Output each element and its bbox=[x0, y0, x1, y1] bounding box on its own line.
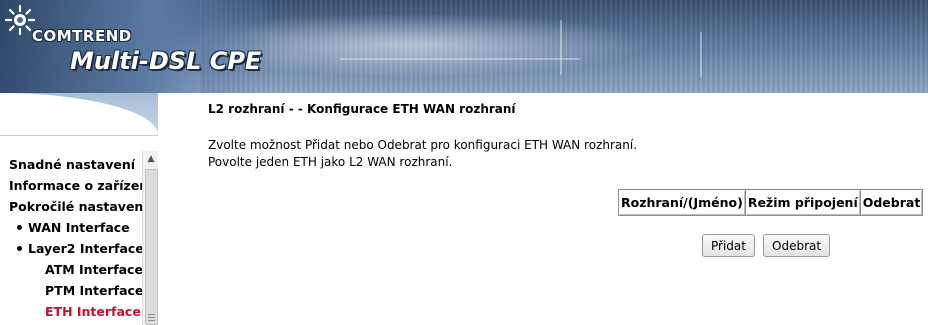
sidebar-item-ptm-interface[interactable]: PTM Interface bbox=[45, 280, 143, 301]
sidebar-item-label: ETH Interface bbox=[45, 304, 141, 319]
sidebar-item-label: Snadné nastavení bbox=[9, 157, 136, 172]
page-title: L2 rozhraní - - Konfigurace ETH WAN rozh… bbox=[208, 102, 516, 116]
column-header-remove: Odebrat bbox=[859, 189, 924, 216]
header-banner: COMTREND Multi-DSL CPE bbox=[0, 0, 928, 93]
sidebar-item-advanced-setup[interactable]: Pokročilé nastavení bbox=[9, 196, 148, 217]
sidebar-item-label: Layer2 Interface bbox=[28, 241, 144, 256]
remove-button[interactable]: Odebrat bbox=[763, 234, 831, 257]
sidebar-item-label: Informace o zařízení bbox=[9, 178, 142, 193]
sidebar-item-label: WAN Interface bbox=[28, 220, 130, 235]
sidebar-item-eth-interface[interactable]: ETH Interface bbox=[45, 301, 141, 322]
grip-line bbox=[148, 320, 155, 321]
description-line-1: Zvolte možnost Přidat nebo Odebrat pro k… bbox=[208, 138, 638, 152]
banner-decor-line bbox=[340, 58, 580, 60]
product-name: Multi-DSL CPE bbox=[70, 47, 262, 75]
sidebar-item-label: PTM Interface bbox=[45, 283, 144, 298]
sidebar-item-wan-interface[interactable]: WAN Interface bbox=[17, 217, 130, 238]
description-line-2: Povolte jeden ETH jako L2 WAN rozhraní. bbox=[208, 155, 453, 169]
column-header-interface: Rozhraní/(Jméno) bbox=[618, 189, 746, 216]
sidebar-item-quick-setup[interactable]: Snadné nastavení bbox=[9, 154, 135, 175]
bullet-icon bbox=[17, 225, 22, 230]
sidebar: Snadné nastavení Informace o zařízení Po… bbox=[0, 135, 159, 325]
brand-name: COMTREND bbox=[32, 27, 132, 45]
sidebar-item-label: Pokročilé nastavení bbox=[9, 199, 148, 214]
eth-wan-table: Rozhraní/(Jméno) Režim připojení Odebrat bbox=[618, 189, 924, 216]
sidebar-item-atm-interface[interactable]: ATM Interface bbox=[45, 259, 143, 280]
sidebar-item-layer2-interface[interactable]: Layer2 Interface bbox=[17, 238, 144, 259]
sidebar-item-device-info[interactable]: Informace o zařízení bbox=[9, 175, 142, 196]
grip-line bbox=[148, 317, 155, 318]
sidebar-scrollbar[interactable]: ▲ bbox=[142, 151, 159, 325]
banner-decor-line bbox=[560, 20, 562, 75]
scrollbar-thumb[interactable] bbox=[145, 169, 158, 325]
scroll-up-icon[interactable]: ▲ bbox=[143, 151, 159, 167]
table-header-row: Rozhraní/(Jméno) Režim připojení Odebrat bbox=[618, 189, 924, 216]
banner-decor-line bbox=[700, 32, 702, 77]
sidebar-item-label: ATM Interface bbox=[45, 262, 143, 277]
add-button[interactable]: Přidat bbox=[702, 234, 755, 257]
main-content: L2 rozhraní - - Konfigurace ETH WAN rozh… bbox=[158, 93, 928, 324]
bullet-icon bbox=[17, 246, 22, 251]
column-header-connection-mode: Režim připojení bbox=[744, 189, 861, 216]
grip-line bbox=[148, 314, 155, 315]
